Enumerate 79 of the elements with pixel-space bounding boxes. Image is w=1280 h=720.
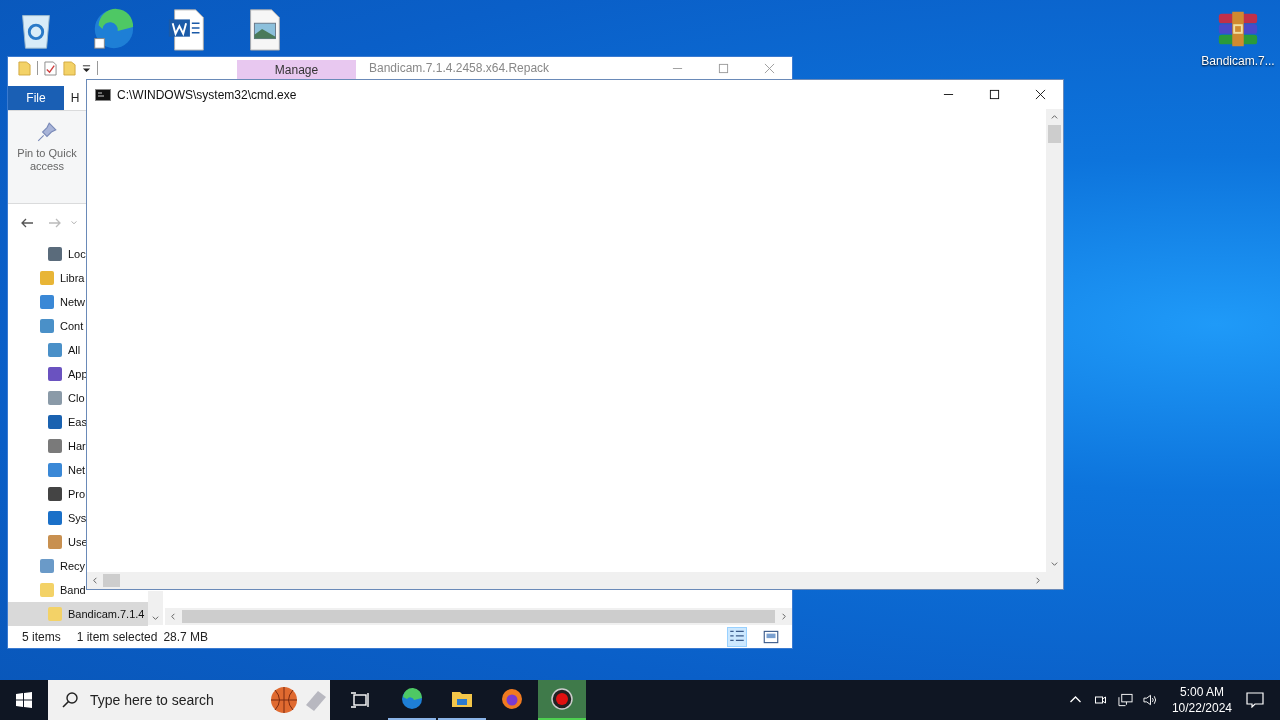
- search-icon: [62, 692, 78, 708]
- horizontal-scrollbar[interactable]: [165, 608, 792, 625]
- camera-icon[interactable]: [1092, 693, 1108, 707]
- network-icon[interactable]: [1117, 693, 1133, 707]
- scroll-up-icon[interactable]: [1050, 113, 1059, 122]
- properties-icon[interactable]: [44, 60, 57, 76]
- console-icon: [95, 88, 111, 101]
- details-view-icon[interactable]: [728, 627, 746, 646]
- dropdown-icon[interactable]: [82, 63, 91, 73]
- tree-item-icon: [40, 295, 54, 309]
- scroll-down-icon[interactable]: [1050, 559, 1059, 568]
- ribbon-tab[interactable]: H: [64, 86, 86, 110]
- horizontal-scrollbar[interactable]: [87, 572, 1046, 589]
- tree-item[interactable]: Use: [8, 530, 88, 554]
- tree-item-icon: [40, 271, 54, 285]
- tree-item[interactable]: Pro: [8, 482, 86, 506]
- scroll-down-icon[interactable]: [151, 614, 160, 623]
- clock-date[interactable]: 10/22/2024: [1171, 700, 1232, 716]
- tree-item-icon: [48, 415, 62, 429]
- tree-item-icon: [48, 463, 62, 477]
- tree-item[interactable]: Netw: [8, 290, 86, 314]
- taskbar-app-button[interactable]: [538, 680, 586, 720]
- desktop-icon-label[interactable]: Bandicam.7...: [1201, 54, 1275, 68]
- windows-start-icon[interactable]: [16, 692, 32, 708]
- tree-item[interactable]: Net: [8, 458, 86, 482]
- tree-item[interactable]: Eas: [8, 410, 87, 434]
- tree-item-icon: [48, 607, 62, 621]
- selection-size: 28.7 MB: [163, 629, 209, 644]
- close-icon: [1034, 89, 1046, 100]
- back-arrow-icon[interactable]: [20, 216, 34, 230]
- volume-icon[interactable]: [1142, 693, 1158, 707]
- tree-item[interactable]: Libra: [8, 266, 85, 290]
- maximize-icon[interactable]: [718, 62, 729, 74]
- ribbon-tab[interactable]: File: [8, 86, 64, 110]
- vertical-scrollbar[interactable]: [1046, 109, 1063, 572]
- item-count: 5 items: [22, 629, 61, 644]
- tree-item-icon: [40, 319, 54, 333]
- scrollbar-thumb[interactable]: [103, 574, 120, 587]
- tree-item[interactable]: Har: [8, 434, 86, 458]
- tree-item-icon: [48, 343, 62, 357]
- tree-item[interactable]: Band: [8, 578, 86, 602]
- tree-item[interactable]: Cont: [8, 314, 84, 338]
- scroll-left-icon[interactable]: [169, 612, 178, 621]
- window-title: Bandicam.7.1.4.2458.x64.Repack: [369, 61, 550, 75]
- task-view-icon[interactable]: [350, 691, 370, 709]
- tree-item-icon: [48, 511, 62, 525]
- notifications-icon[interactable]: [1246, 692, 1264, 708]
- tree-item[interactable]: Sys: [8, 506, 87, 530]
- firefox-icon: [500, 687, 524, 711]
- manage-tab[interactable]: Manage: [237, 60, 356, 79]
- pin-icon: [36, 121, 58, 143]
- tree-item-icon: [48, 439, 62, 453]
- tree-item[interactable]: Loc: [8, 242, 86, 266]
- tree-item[interactable]: Recy: [8, 554, 86, 578]
- close-icon[interactable]: [764, 62, 775, 74]
- tree-item-icon: [48, 391, 62, 405]
- tree-item-icon: [48, 535, 62, 549]
- tree-item-icon: [40, 559, 54, 573]
- edge-icon: [400, 687, 424, 711]
- search-bar[interactable]: Type here to search: [48, 680, 330, 720]
- tree-item-icon: [40, 583, 54, 597]
- clock-time[interactable]: 5:00 AM: [1179, 684, 1224, 700]
- scroll-right-icon[interactable]: [779, 612, 788, 621]
- tree-item-icon: [48, 487, 62, 501]
- search-input[interactable]: Type here to search: [88, 691, 262, 709]
- maximize-icon: [988, 89, 1000, 100]
- tree-item[interactable]: Bandicam.7.1.4: [8, 602, 148, 626]
- tree-item[interactable]: Clo: [8, 386, 85, 410]
- scrollbar[interactable]: [148, 591, 163, 625]
- selection-status: 1 item selected: [76, 629, 158, 644]
- scroll-left-icon[interactable]: [91, 576, 100, 585]
- tree-item[interactable]: All: [8, 338, 81, 362]
- record-icon: [550, 687, 574, 711]
- scrollbar-thumb[interactable]: [1048, 125, 1061, 143]
- scroll-right-icon[interactable]: [1033, 576, 1042, 585]
- tree-item-icon: [48, 367, 62, 381]
- tree-item-icon: [48, 247, 62, 261]
- window-title: C:\WINDOWS\system32\cmd.exe: [117, 87, 297, 102]
- pin-to-quick-access-button[interactable]: Pin to Quick access: [8, 115, 86, 185]
